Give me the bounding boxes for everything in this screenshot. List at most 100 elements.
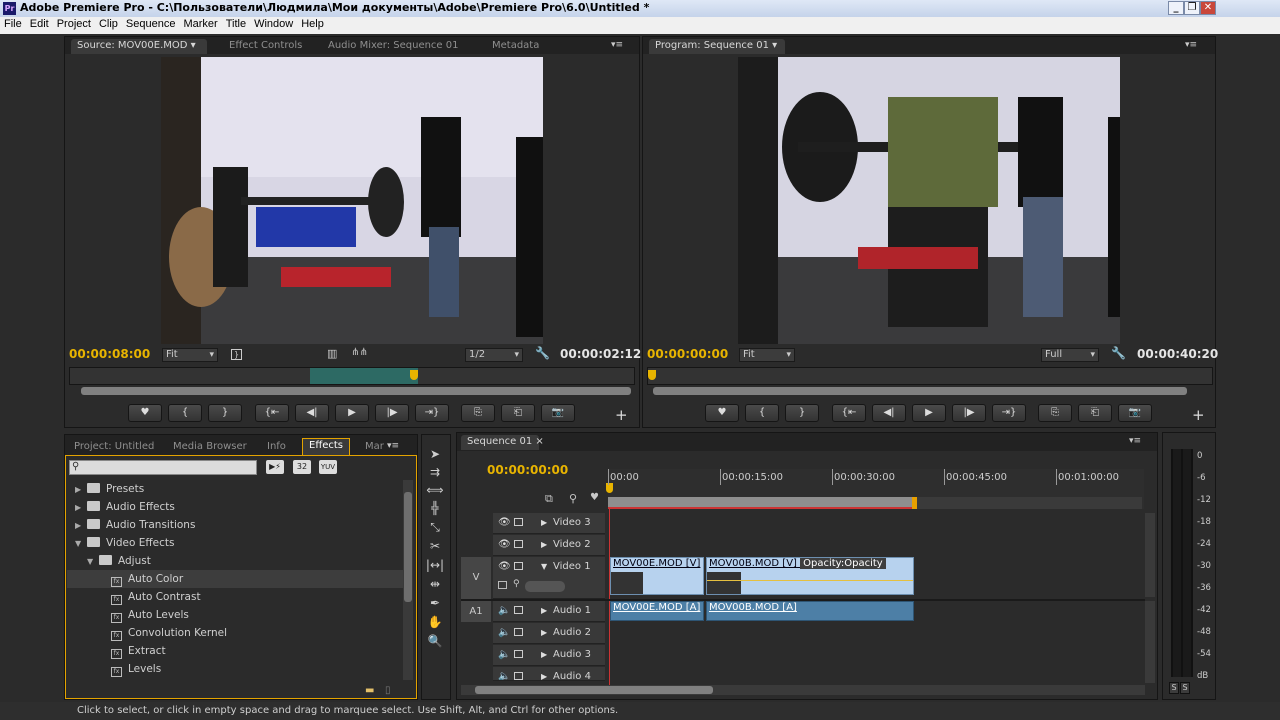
expand-triangle-icon[interactable]: ▶ [75, 499, 87, 517]
tab-markers[interactable]: Mar [359, 440, 390, 455]
zoom-tool-icon[interactable]: 🔍 [422, 632, 448, 650]
timeline-scroll-thumb[interactable] [475, 686, 713, 694]
tab-audio-mixer[interactable]: Audio Mixer: Sequence 01 [322, 39, 464, 54]
keyframe-icon[interactable]: ⚲ [513, 579, 520, 589]
select-tool-icon[interactable]: ➤ [422, 445, 448, 463]
video-clip-mov00e[interactable]: MOV00E.MOD [V] [610, 557, 704, 595]
add-button-icon[interactable]: + [1192, 406, 1205, 424]
export-frame-button[interactable]: 📷 [541, 404, 575, 422]
expand-triangle-icon[interactable]: ▶ [75, 517, 87, 535]
sync-lock-icon[interactable] [514, 628, 523, 636]
panel-menu-icon[interactable]: ▾≡ [1185, 40, 1197, 50]
step-back-button[interactable]: ◀| [872, 404, 906, 422]
menu-file[interactable]: File [0, 17, 26, 31]
wrench-icon[interactable]: 🔧 [535, 346, 550, 360]
accelerated-effects-icon[interactable]: ▶⚡ [266, 460, 284, 474]
solo-left-button[interactable]: S [1169, 682, 1179, 694]
restore-icon[interactable]: ❐ [1184, 1, 1200, 15]
go-to-in-button[interactable]: {⇤ [255, 404, 289, 422]
speaker-icon[interactable]: 🔈 [498, 649, 510, 660]
program-current-timecode[interactable]: 00:00:00:00 [647, 347, 728, 361]
ripple-edit-tool-icon[interactable]: ⟺ [422, 481, 448, 499]
mark-in-button[interactable]: { [168, 404, 202, 422]
expand-triangle-icon[interactable]: ▶ [75, 481, 87, 499]
drag-video-icon[interactable]: ▥ [327, 347, 337, 360]
minimize-icon[interactable]: _ [1168, 1, 1184, 15]
panel-menu-icon[interactable]: ▾≡ [1129, 436, 1141, 446]
tab-project[interactable]: Project: Untitled [68, 440, 160, 455]
sync-lock-icon[interactable] [514, 562, 523, 570]
expand-track-icon[interactable]: ▶ [541, 628, 547, 637]
audio-tracks-scrollbar[interactable] [1145, 601, 1155, 683]
close-icon[interactable]: × [535, 436, 543, 447]
effects-folder[interactable]: ▼ Video Effects [67, 534, 403, 552]
tab-program[interactable]: Program: Sequence 01 ▾ [649, 39, 785, 54]
go-to-out-button[interactable]: ⇥} [992, 404, 1026, 422]
effects-folder[interactable]: ▼ Adjust [67, 552, 403, 570]
effects-item[interactable]: fx Auto Color [67, 570, 403, 588]
chevron-down-icon[interactable]: ▾ [772, 40, 777, 51]
go-to-in-button[interactable]: {⇤ [832, 404, 866, 422]
effects-search-box[interactable]: ⚲ [69, 460, 257, 475]
expand-track-icon[interactable]: ▶ [541, 518, 547, 527]
slip-tool-icon[interactable]: |↔| [422, 556, 448, 574]
menu-clip[interactable]: Clip [95, 17, 122, 31]
tab-source[interactable]: Source: MOV00E.MOD ▾ [71, 39, 207, 54]
track-select-tool-icon[interactable]: ⇉ [422, 463, 448, 481]
timeline-ruler[interactable]: 00:00 00:00:15:00 00:00:30:00 00:00:45:00 00… [606, 469, 1144, 509]
overwrite-button[interactable]: ⎗ [501, 404, 535, 422]
expand-track-icon[interactable]: ▶ [541, 540, 547, 549]
source-fit-dropdown[interactable]: Fit [162, 348, 218, 362]
32bit-effects-badge[interactable]: 32 [293, 460, 311, 474]
panel-menu-icon[interactable]: ▾≡ [611, 40, 623, 50]
set-encore-marker-icon[interactable]: ⚲ [569, 492, 577, 505]
sync-lock-icon[interactable] [514, 606, 523, 614]
program-time-ruler[interactable] [647, 367, 1213, 385]
extract-button[interactable]: ⎗ [1078, 404, 1112, 422]
go-to-out-button[interactable]: ⇥} [415, 404, 449, 422]
video-clip-mov00b[interactable]: MOV00B.MOD [V] Opacity:Opacity [706, 557, 914, 595]
effects-item[interactable]: fx Levels [67, 660, 403, 678]
add-marker-button[interactable]: ♥ [705, 404, 739, 422]
eye-icon[interactable]: 👁 [498, 539, 511, 550]
speaker-icon[interactable]: 🔈 [498, 627, 510, 638]
solo-right-button[interactable]: S [1180, 682, 1190, 694]
eye-icon[interactable]: 👁 [498, 561, 511, 572]
source-time-ruler[interactable] [69, 367, 635, 385]
work-area-end-handle[interactable] [912, 497, 917, 509]
timeline-timecode[interactable]: 00:00:00:00 [487, 463, 568, 477]
opacity-rubberband[interactable] [707, 580, 913, 581]
tab-media-browser[interactable]: Media Browser [167, 440, 253, 455]
sync-lock-icon[interactable] [514, 672, 523, 680]
effects-item[interactable]: fx Convolution Kernel [67, 624, 403, 642]
play-button[interactable]: ▶ [912, 404, 946, 422]
rolling-edit-tool-icon[interactable]: ╬ [422, 499, 448, 517]
expand-track-icon[interactable]: ▶ [541, 606, 547, 615]
eye-icon[interactable]: 👁 [498, 517, 511, 528]
source-resolution-dropdown[interactable]: 1/2 [465, 348, 523, 362]
delete-icon[interactable]: ▯ [385, 685, 391, 696]
effects-folder[interactable]: ▶ Audio Effects [67, 498, 403, 516]
menu-edit[interactable]: Edit [26, 17, 53, 31]
effects-folder[interactable]: ▶ Audio Transitions [67, 516, 403, 534]
work-area-bar[interactable] [608, 497, 914, 509]
add-button-icon[interactable]: + [615, 406, 628, 424]
hand-tool-icon[interactable]: ✋ [422, 613, 448, 631]
tab-effects[interactable]: Effects [302, 438, 350, 455]
tab-effect-controls[interactable]: Effect Controls [223, 39, 308, 54]
mark-out-button[interactable]: } [785, 404, 819, 422]
razor-tool-icon[interactable]: ✂ [422, 537, 448, 555]
speaker-icon[interactable]: 🔈 [498, 671, 510, 680]
source-playhead[interactable] [410, 370, 419, 380]
source-zoom-scrollbar[interactable] [81, 387, 631, 395]
audio-clip-mov00b[interactable]: MOV00B.MOD [A] [706, 601, 914, 621]
add-marker-button[interactable]: ♥ [128, 404, 162, 422]
program-zoom-scrollbar[interactable] [653, 387, 1187, 395]
expand-track-icon[interactable]: ▶ [541, 672, 547, 680]
menu-title[interactable]: Title [222, 17, 250, 31]
collapse-track-icon[interactable]: ▼ [541, 562, 547, 571]
video-tracks-scrollbar[interactable] [1145, 513, 1155, 597]
rate-stretch-tool-icon[interactable]: ⤡ [422, 518, 448, 536]
safe-margins-icon[interactable]: } [231, 349, 242, 360]
collapse-triangle-icon[interactable]: ▼ [75, 535, 87, 553]
